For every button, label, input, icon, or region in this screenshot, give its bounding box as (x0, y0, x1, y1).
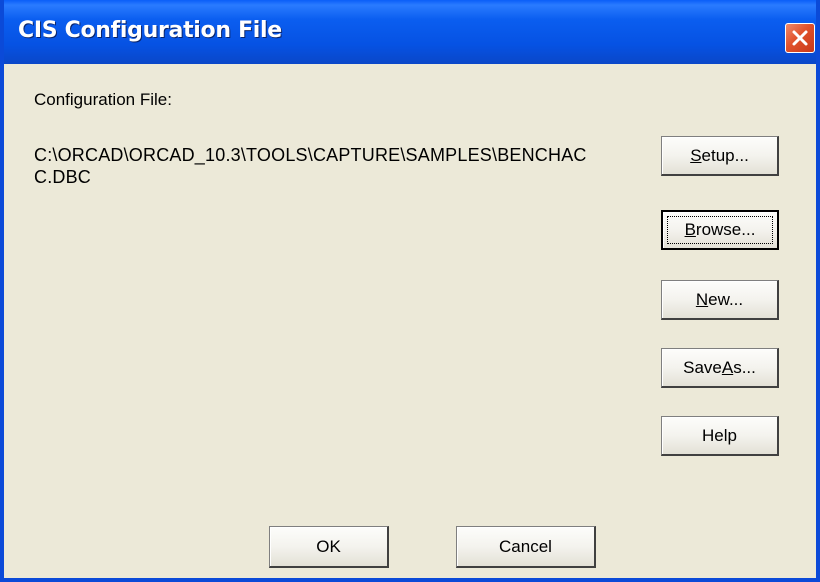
dialog-body: Configuration File: C:\ORCAD\ORCAD_10.3\… (4, 64, 816, 578)
configuration-file-label: Configuration File: (34, 90, 172, 109)
cancel-button[interactable]: Cancel (456, 526, 596, 568)
help-button[interactable]: Help (661, 416, 779, 456)
close-icon (792, 30, 808, 46)
save-as-button[interactable]: Save As... (661, 348, 779, 388)
focus-ring (667, 216, 773, 244)
browse-button[interactable]: Browse... (661, 210, 779, 250)
close-button[interactable] (785, 23, 815, 53)
dialog-window: CIS Configuration File Configuration Fil… (0, 0, 820, 582)
new-button[interactable]: New... (661, 280, 779, 320)
configuration-file-path: C:\ORCAD\ORCAD_10.3\TOOLS\CAPTURE\SAMPLE… (34, 145, 587, 187)
ok-button[interactable]: OK (269, 526, 389, 568)
title-bar[interactable]: CIS Configuration File (4, 0, 816, 64)
window-title: CIS Configuration File (18, 18, 282, 43)
setup-button[interactable]: Setup... (661, 136, 779, 176)
